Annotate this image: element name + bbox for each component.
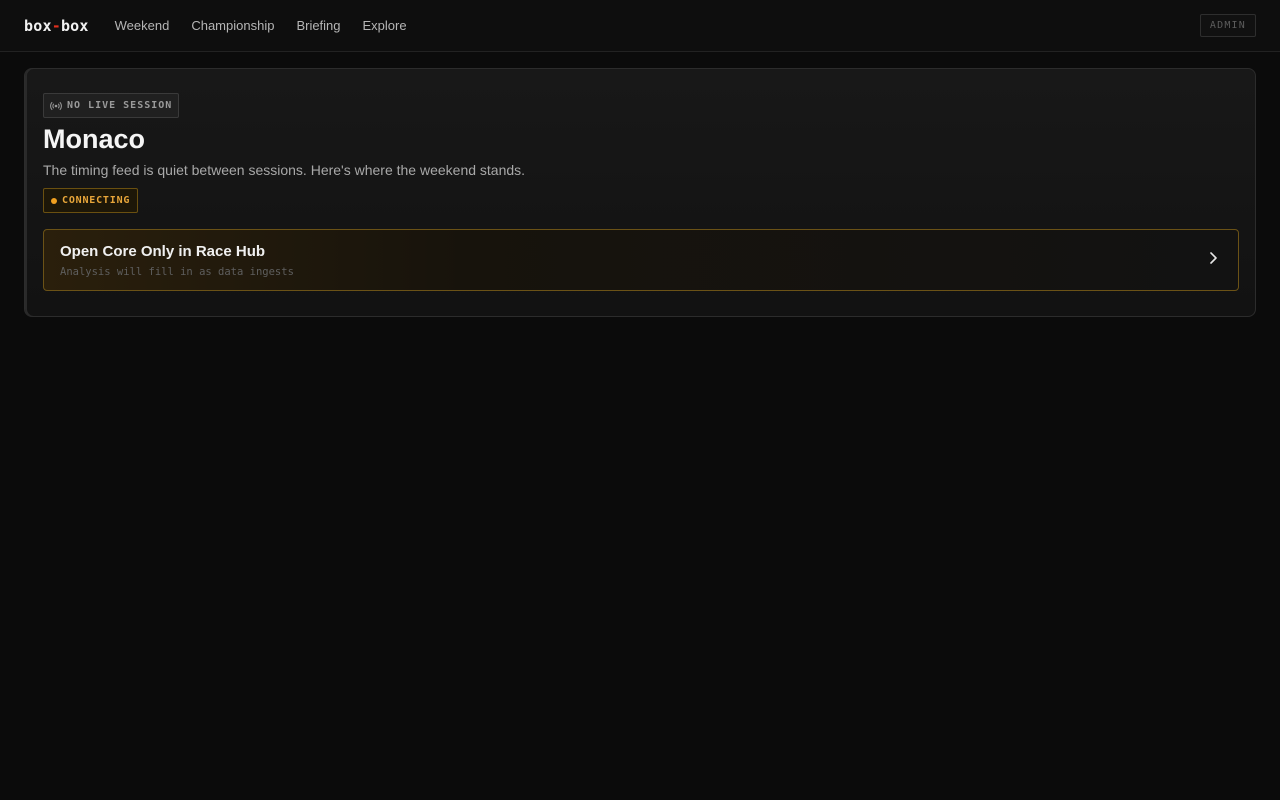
page-subtitle: The timing feed is quiet between session… (43, 162, 526, 179)
nav-championship[interactable]: Championship (191, 18, 274, 33)
top-nav-bar: box-box Weekend Championship Briefing Ex… (0, 0, 1280, 52)
logo-right: box (60, 16, 89, 35)
logo-separator: - (51, 16, 61, 35)
chevron-right-icon (1204, 249, 1222, 272)
open-race-hub-button[interactable]: Open Core Only in Race Hub Analysis will… (43, 229, 1239, 292)
status-dot-icon (51, 197, 57, 204)
no-live-session-label: NO LIVE SESSION (67, 100, 173, 111)
cta-title: Open Core Only in Race Hub (60, 242, 266, 260)
cta-subtitle: Analysis will fill in as data ingests (60, 265, 294, 278)
connection-status-label: CONNECTING (62, 195, 131, 207)
logo-left: box (24, 16, 52, 35)
nav-weekend[interactable]: Weekend (115, 18, 170, 33)
logo[interactable]: box-box (24, 17, 89, 35)
nav-explore[interactable]: Explore (363, 18, 407, 33)
session-card: NO LIVE SESSION Monaco The timing feed i… (24, 68, 1256, 317)
nav-briefing[interactable]: Briefing (296, 18, 340, 33)
main-nav: Weekend Championship Briefing Explore (115, 18, 407, 33)
broadcast-icon (50, 101, 62, 111)
page-title: Monaco (43, 124, 146, 154)
no-live-session-badge: NO LIVE SESSION (43, 93, 180, 118)
admin-button[interactable]: ADMIN (1199, 14, 1256, 37)
connection-status-badge: CONNECTING (43, 188, 139, 214)
cta-text: Open Core Only in Race Hub Analysis will… (60, 243, 1204, 278)
